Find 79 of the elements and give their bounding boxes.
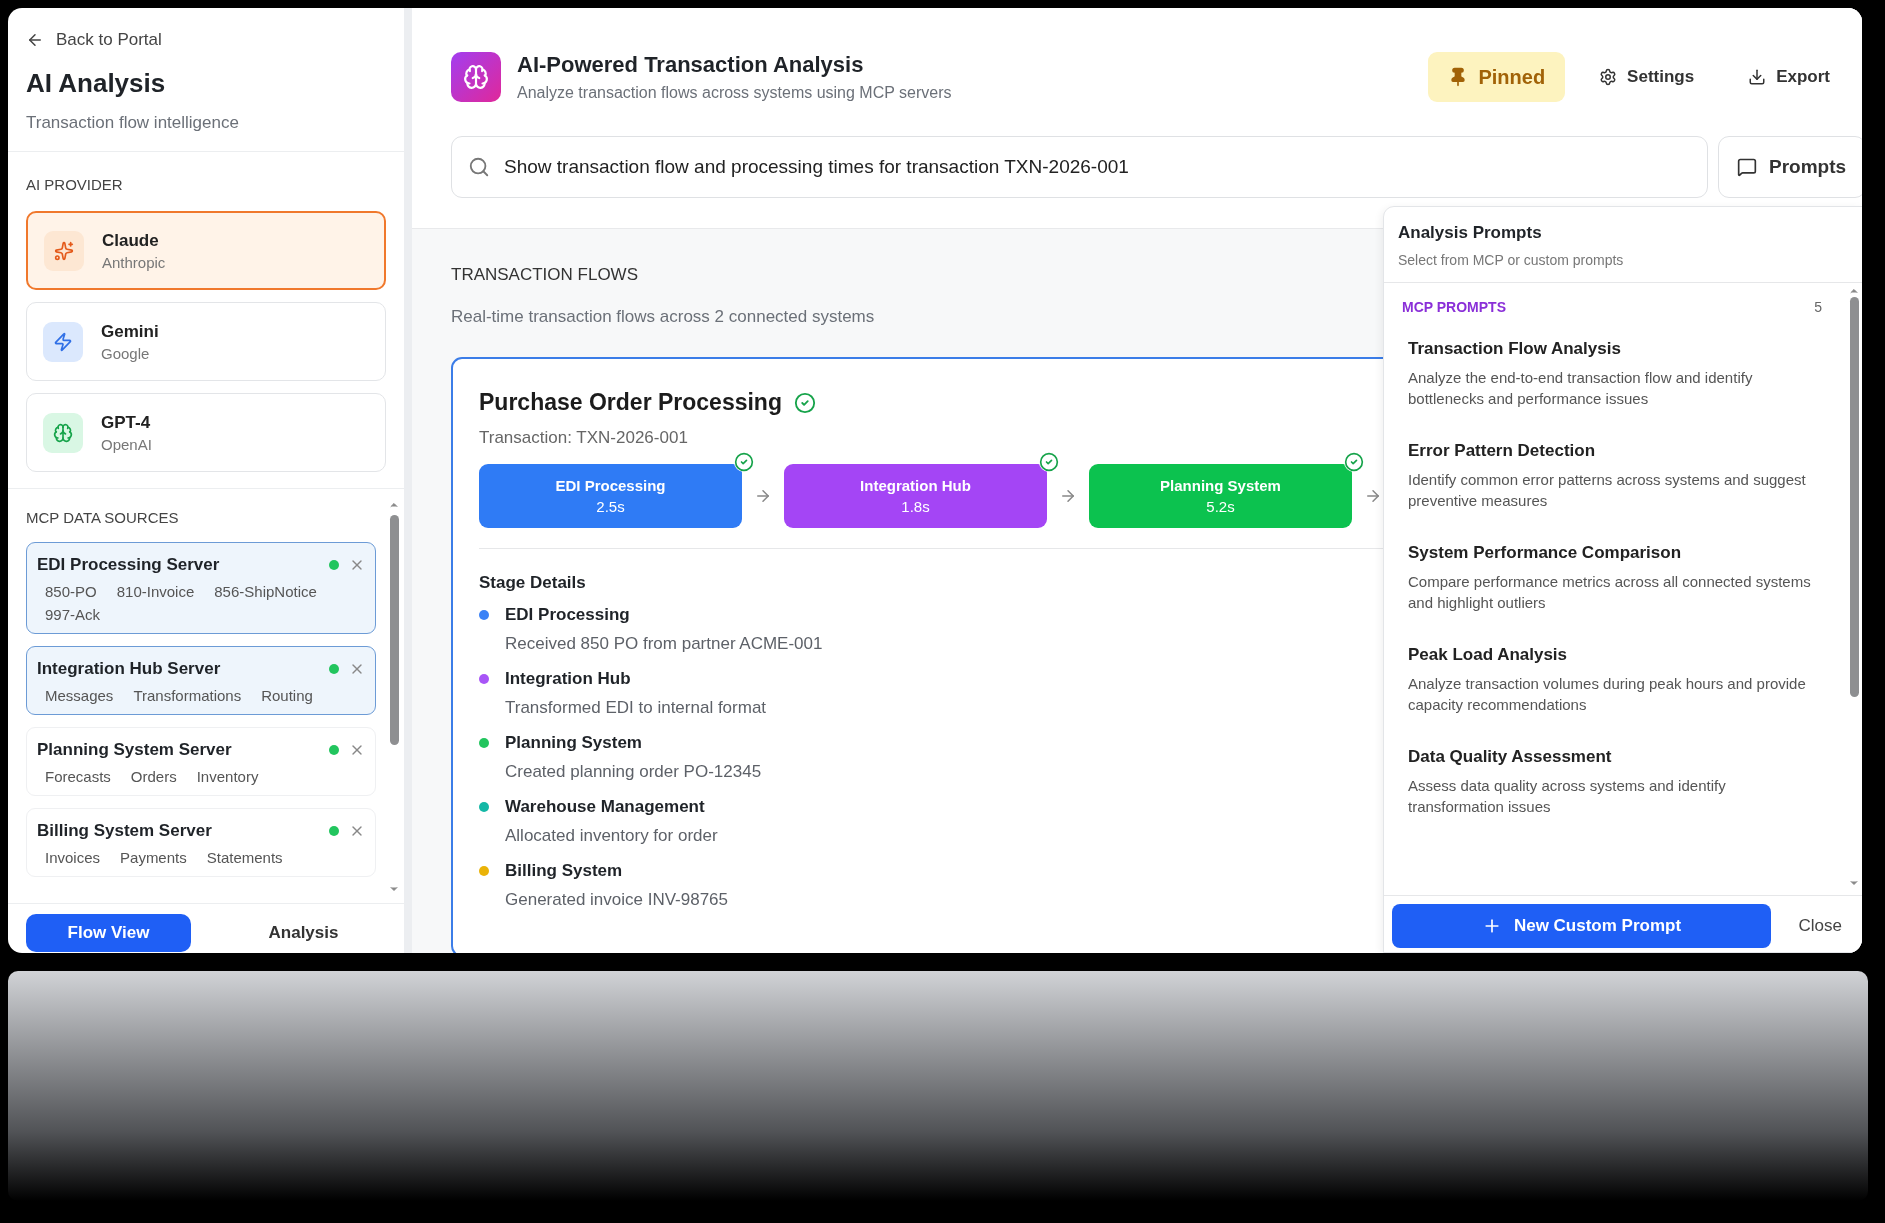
section-heading: TRANSACTION FLOWS (451, 265, 638, 285)
server-card[interactable]: Billing System Server Invoices Payments Statements (26, 808, 376, 877)
sidebar-subtitle: Transaction flow intelligence (26, 113, 240, 133)
server-tag: Invoices (45, 849, 101, 866)
stage-pill[interactable]: Integration Hub 1.8s (784, 464, 1047, 528)
stage-description: Created planning order PO-12345 (505, 762, 762, 782)
scrollbar-thumb[interactable] (389, 515, 399, 745)
provider-option[interactable]: Gemini Google (26, 302, 386, 381)
server-tag: Statements (206, 849, 283, 866)
section-label: MCP PROMPTS (1402, 299, 1506, 315)
stage-description: Generated invoice INV-98765 (505, 890, 729, 910)
transaction-id: Transaction: TXN-2026-001 (479, 428, 689, 448)
back-link[interactable]: Back to Portal (26, 30, 386, 50)
server-card[interactable]: EDI Processing Server 850-PO 810-Invoice 856-ShipNotice 997-Ack (26, 542, 376, 634)
provider-option[interactable]: Claude Anthropic (26, 211, 386, 290)
sidebar-title: AI Analysis (26, 68, 167, 99)
server-name: Planning System Server (37, 740, 233, 760)
panel-title: Analysis Prompts (1398, 223, 1543, 243)
arrow-icon (1059, 487, 1077, 505)
query-input[interactable]: Show transaction flow and processing times for transaction TXN-2026-001 (502, 155, 1691, 179)
arrow-icon (754, 487, 772, 505)
header-action[interactable]: Export (1728, 52, 1850, 102)
brain-icon (451, 52, 501, 102)
arrow-icon (1364, 487, 1382, 505)
brain-icon (43, 412, 83, 453)
stage-pill[interactable]: EDI Processing 2.5s (479, 464, 742, 528)
stage-name: Planning System (505, 733, 643, 753)
stage-name: Warehouse Management (505, 797, 706, 817)
server-name: EDI Processing Server (37, 555, 221, 575)
prompt-item[interactable]: Peak Load Analysis Analyze transaction volumes during peak hours and provide capacity recommendations (1402, 633, 1822, 735)
server-tag: Orders (130, 768, 177, 785)
header-action[interactable]: Settings (1579, 52, 1715, 102)
section-heading: AI PROVIDER (26, 175, 124, 195)
server-tag: 810-Invoice (116, 583, 195, 600)
close-button[interactable]: Close (1792, 915, 1848, 937)
search-icon (468, 156, 490, 178)
page-subtitle: Analyze transaction flows across systems using MCP servers (517, 84, 952, 102)
server-tag: Payments (120, 849, 187, 866)
view-tab[interactable]: Analysis (221, 914, 386, 952)
section-subtitle: Real-time transaction flows across 2 connected systems (451, 307, 875, 327)
stage-name: EDI Processing (505, 605, 631, 625)
prompt-item[interactable]: Data Quality Assessment Assess data quality across systems and identify transformation issues (1402, 735, 1822, 837)
settings-icon (1599, 68, 1618, 86)
server-tag: Forecasts (45, 768, 111, 785)
scrollbar-thumb[interactable] (1849, 297, 1859, 697)
panel-subtitle: Select from MCP or custom prompts (1398, 252, 1625, 268)
server-tag: 850-PO (45, 583, 97, 600)
prompt-item[interactable]: System Performance Comparison Compare performance metrics across all connected systems and highlight outliers (1402, 531, 1822, 633)
stage-description: Received 850 PO from partner ACME-001 (505, 634, 823, 654)
download-icon (1748, 68, 1767, 86)
stage-description: Allocated inventory for order (505, 826, 718, 846)
sparkle-icon (44, 230, 84, 271)
page-title: AI-Powered Transaction Analysis (517, 52, 865, 78)
server-tag: Inventory (196, 768, 259, 785)
stage-name: Integration Hub (505, 669, 632, 689)
view-tab[interactable]: Flow View (26, 914, 191, 952)
prompt-item[interactable]: Error Pattern Detection Identify common error patterns across systems and suggest preventive measures (1402, 429, 1822, 531)
server-card[interactable]: Integration Hub Server Messages Transformations Routing (26, 646, 376, 715)
new-prompt-button[interactable]: New Custom Prompt (1392, 904, 1771, 948)
header-action[interactable]: Pinned (1428, 52, 1566, 102)
prompts-button[interactable]: Prompts (1718, 136, 1862, 198)
server-name: Billing System Server (37, 821, 213, 841)
count-label: 5 (1814, 299, 1822, 315)
stage-description: Transformed EDI to internal format (505, 698, 767, 718)
server-tag: Routing (261, 687, 313, 704)
prompt-item[interactable]: Transaction Flow Analysis Analyze the end-to-end transaction flow and identify bottlenecks and performance issues (1402, 327, 1822, 429)
section-heading: MCP DATA SOURCES (26, 508, 180, 528)
server-tag: 856-ShipNotice (214, 583, 317, 600)
stage-name: Billing System (505, 861, 624, 881)
provider-option[interactable]: GPT-4 OpenAI (26, 393, 386, 472)
server-tag: Transformations (133, 687, 242, 704)
flow-title: Purchase Order Processing (479, 389, 782, 416)
lightning-icon (43, 321, 83, 362)
server-tag: Messages (45, 687, 114, 704)
chat-icon (1737, 157, 1757, 177)
server-name: Integration Hub Server (37, 659, 222, 679)
server-card[interactable]: Planning System Server Forecasts Orders Inventory (26, 727, 376, 796)
server-tag: 997-Ack (45, 606, 101, 623)
query-field[interactable]: Show transaction flow and processing times for transaction TXN-2026-001 (451, 136, 1708, 198)
